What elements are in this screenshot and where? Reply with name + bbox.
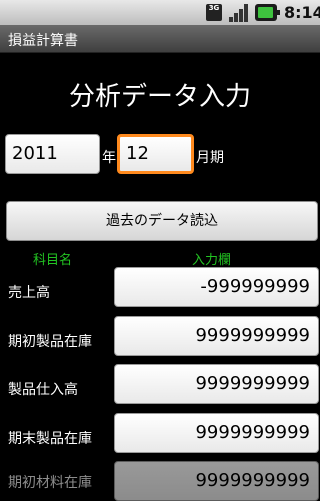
- row-label-opening-product-inventory: 期初製品在庫: [8, 334, 92, 350]
- month-unit-label: 月期: [196, 150, 224, 166]
- year-input[interactable]: 2011: [5, 134, 100, 174]
- closing-product-inventory-input[interactable]: 9999999999: [114, 413, 319, 453]
- row-label-sales: 売上高: [8, 285, 50, 301]
- sales-input[interactable]: -999999999: [114, 267, 319, 307]
- opening-product-inventory-input[interactable]: 9999999999: [114, 316, 319, 356]
- item-name-header: 科目名: [33, 253, 73, 268]
- row-label-opening-material-inventory: 期初材料在庫: [8, 475, 92, 491]
- input-column-header: 入力欄: [192, 253, 232, 268]
- load-past-data-button[interactable]: 過去のデータ読込: [6, 201, 318, 241]
- opening-material-inventory-input[interactable]: 9999999999: [114, 461, 319, 501]
- product-purchases-input[interactable]: 9999999999: [114, 364, 319, 404]
- month-input[interactable]: 12: [117, 134, 194, 174]
- year-unit-label: 年: [102, 150, 116, 166]
- battery-icon: [255, 4, 280, 21]
- network-3g-icon: 3G: [206, 4, 222, 21]
- row-label-closing-product-inventory: 期末製品在庫: [8, 431, 92, 447]
- app-title-bar: 損益計算書: [0, 25, 320, 53]
- app-title: 損益計算書: [8, 33, 78, 49]
- signal-strength-icon: [229, 4, 248, 22]
- page-heading: 分析データ入力: [68, 82, 251, 112]
- status-bar: 3G 8:14: [0, 0, 320, 25]
- status-time: 8:14: [284, 3, 320, 22]
- row-label-product-purchases: 製品仕入高: [8, 382, 78, 398]
